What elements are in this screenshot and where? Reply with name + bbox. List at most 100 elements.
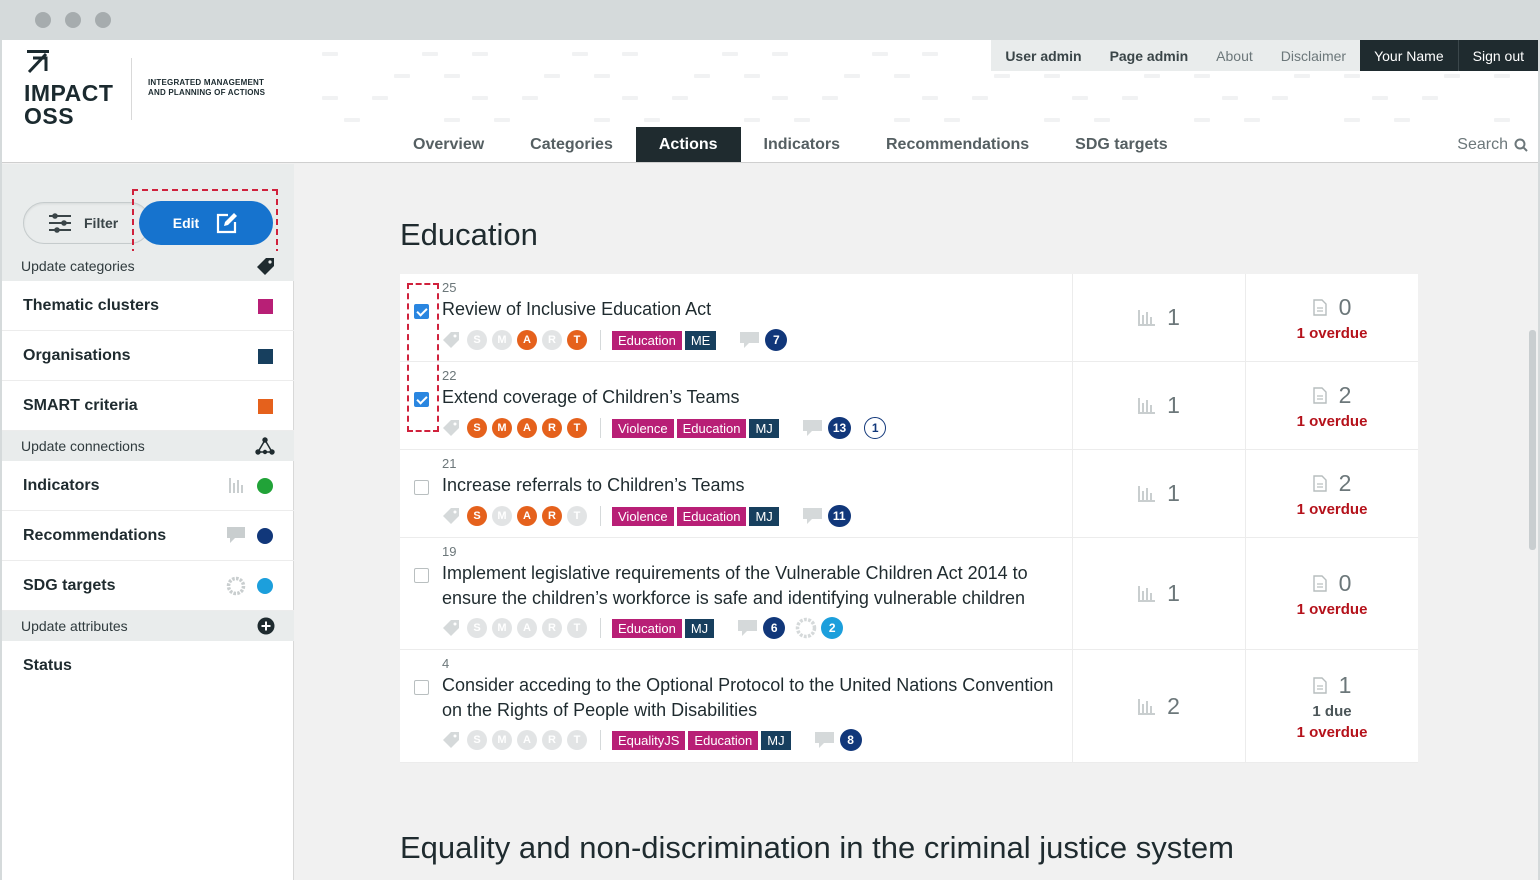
category-tag[interactable]: Education — [688, 730, 759, 750]
action-checkbox[interactable] — [414, 680, 429, 695]
action-row[interactable]: 25 Review of Inclusive Education Act S M A R T… — [400, 274, 1418, 362]
indicators-cell[interactable]: 1 — [1072, 450, 1245, 537]
reports-count: 0 — [1338, 293, 1352, 320]
sidebar-item-recommendations[interactable]: Recommendations — [2, 511, 294, 561]
smart-badge: A — [517, 618, 537, 638]
window-close-dot[interactable] — [35, 12, 51, 28]
indicators-count: 2 — [1167, 692, 1180, 719]
category-tag[interactable]: EqualityJS — [612, 730, 686, 750]
reports-cell[interactable]: 2 1 overdue — [1245, 450, 1418, 537]
reports-cell[interactable]: 2 1 overdue — [1245, 362, 1418, 449]
sidebar-item-label: Organisations — [23, 346, 131, 364]
tab-sdg-targets[interactable]: SDG targets — [1052, 127, 1190, 162]
sign-out-link[interactable]: Sign out — [1457, 40, 1538, 71]
header-pattern-dash — [644, 118, 660, 122]
header-pattern-dash — [1422, 96, 1438, 100]
action-title[interactable]: Consider acceding to the Optional Protoc… — [442, 673, 1062, 723]
recommendations-count-badge[interactable]: 11 — [827, 505, 851, 527]
search-button[interactable]: Search — [1457, 136, 1528, 154]
action-row[interactable]: 19 Implement legislative requirements of … — [400, 538, 1418, 650]
header-pattern-dash — [472, 52, 488, 56]
header-pattern-dash — [1222, 96, 1238, 100]
category-tag[interactable]: MJ — [684, 618, 715, 638]
page-admin-link[interactable]: Page admin — [1095, 40, 1203, 71]
user-name-link[interactable]: Your Name — [1360, 40, 1458, 71]
action-row[interactable]: 21 Increase referrals to Children’s Teams… — [400, 450, 1418, 538]
sidebar-item-indicators[interactable]: Indicators — [2, 461, 294, 511]
tag-icon — [443, 420, 459, 436]
header-pattern-dash — [772, 52, 788, 56]
action-row[interactable]: 4 Consider acceding to the Optional Proto… — [400, 650, 1418, 763]
category-tag[interactable]: MJ — [761, 730, 791, 750]
category-tag[interactable]: Education — [676, 418, 747, 438]
header-pattern-dash — [522, 96, 538, 100]
reports-cell[interactable]: 0 1 overdue — [1245, 274, 1418, 361]
tag-icon — [443, 620, 459, 636]
about-link[interactable]: About — [1202, 40, 1267, 71]
action-meta: S M A R T EqualityJS Education MJ 8 — [442, 729, 862, 751]
header-pattern-dash — [1244, 118, 1260, 122]
reports-count: 0 — [1338, 569, 1352, 596]
reports-cell[interactable]: 1 1 due 1 overdue — [1245, 650, 1418, 762]
smart-badge: R — [542, 730, 562, 750]
window-maximize-dot[interactable] — [95, 12, 111, 28]
logo[interactable]: IMPACT OSS — [24, 48, 134, 128]
tab-overview[interactable]: Overview — [390, 127, 507, 162]
header-pattern-dash — [394, 74, 410, 78]
action-checkbox[interactable] — [414, 480, 429, 495]
smart-badge: S — [467, 506, 487, 526]
category-tag[interactable]: Education — [612, 618, 682, 638]
tab-categories[interactable]: Categories — [507, 127, 636, 162]
category-tag[interactable]: Violence — [612, 506, 674, 526]
extra-count-badge[interactable]: 1 — [864, 417, 887, 439]
indicators-cell[interactable]: 1 — [1072, 274, 1245, 361]
smart-badge: T — [567, 418, 587, 438]
recommendations-count-badge[interactable]: 13 — [827, 417, 852, 439]
reports-cell[interactable]: 0 1 overdue — [1245, 538, 1418, 649]
comment-icon — [814, 732, 834, 748]
action-row[interactable]: 22 Extend coverage of Children’s Teams S M A… — [400, 362, 1418, 450]
recommendations-count-badge[interactable]: 8 — [839, 729, 862, 751]
disclaimer-link[interactable]: Disclaimer — [1266, 40, 1361, 71]
sidebar-item-status[interactable]: Status — [2, 641, 294, 691]
smart-badge: R — [542, 418, 562, 438]
reports-overdue: 1 overdue — [1296, 500, 1368, 518]
category-tag[interactable]: Education — [676, 506, 747, 526]
sidebar-item-label: SDG targets — [23, 576, 116, 594]
plus-circle-icon[interactable] — [257, 617, 275, 635]
header-pattern-dash — [922, 96, 938, 100]
document-icon — [1312, 574, 1327, 592]
tab-recommendations[interactable]: Recommendations — [863, 127, 1052, 162]
document-icon — [1312, 386, 1327, 404]
action-checkbox[interactable] — [414, 568, 429, 583]
indicators-cell[interactable]: 1 — [1072, 362, 1245, 449]
indicators-cell[interactable]: 1 — [1072, 538, 1245, 649]
indicators-cell[interactable]: 2 — [1072, 650, 1245, 762]
action-title[interactable]: Extend coverage of Children’s Teams — [442, 385, 1062, 410]
category-tag[interactable]: ME — [684, 330, 717, 350]
category-tag[interactable]: MJ — [749, 506, 779, 526]
action-title[interactable]: Implement legislative requirements of th… — [442, 561, 1062, 611]
sidebar-item-thematic-clusters[interactable]: Thematic clusters — [2, 281, 294, 331]
logo-text: IMPACT OSS — [24, 82, 113, 128]
tab-indicators[interactable]: Indicators — [741, 127, 863, 162]
sidebar-item-organisations[interactable]: Organisations — [2, 331, 294, 381]
recommendations-count-badge[interactable]: 7 — [765, 329, 788, 351]
header-pattern-dash — [622, 52, 638, 56]
update-categories-header: Update categories — [2, 251, 294, 281]
header-pattern-dash — [594, 118, 610, 122]
action-title[interactable]: Increase referrals to Children’s Teams — [442, 473, 1062, 498]
recommendations-count-badge[interactable]: 6 — [763, 617, 786, 639]
sdg-count-badge[interactable]: 2 — [821, 617, 844, 639]
sidebar-item-smart-criteria[interactable]: SMART criteria — [2, 381, 294, 431]
category-tag[interactable]: Violence — [612, 418, 674, 438]
scrollbar[interactable] — [1529, 330, 1536, 550]
category-tag[interactable]: MJ — [749, 418, 779, 438]
tab-actions[interactable]: Actions — [635, 127, 741, 162]
category-tag[interactable]: Education — [612, 330, 682, 350]
user-admin-link[interactable]: User admin — [991, 40, 1096, 71]
action-title[interactable]: Review of Inclusive Education Act — [442, 297, 1062, 322]
window-minimize-dot[interactable] — [65, 12, 81, 28]
action-main-cell: 22 Extend coverage of Children’s Teams S M A… — [400, 362, 1072, 449]
sidebar-item-sdg-targets[interactable]: SDG targets — [2, 561, 294, 611]
